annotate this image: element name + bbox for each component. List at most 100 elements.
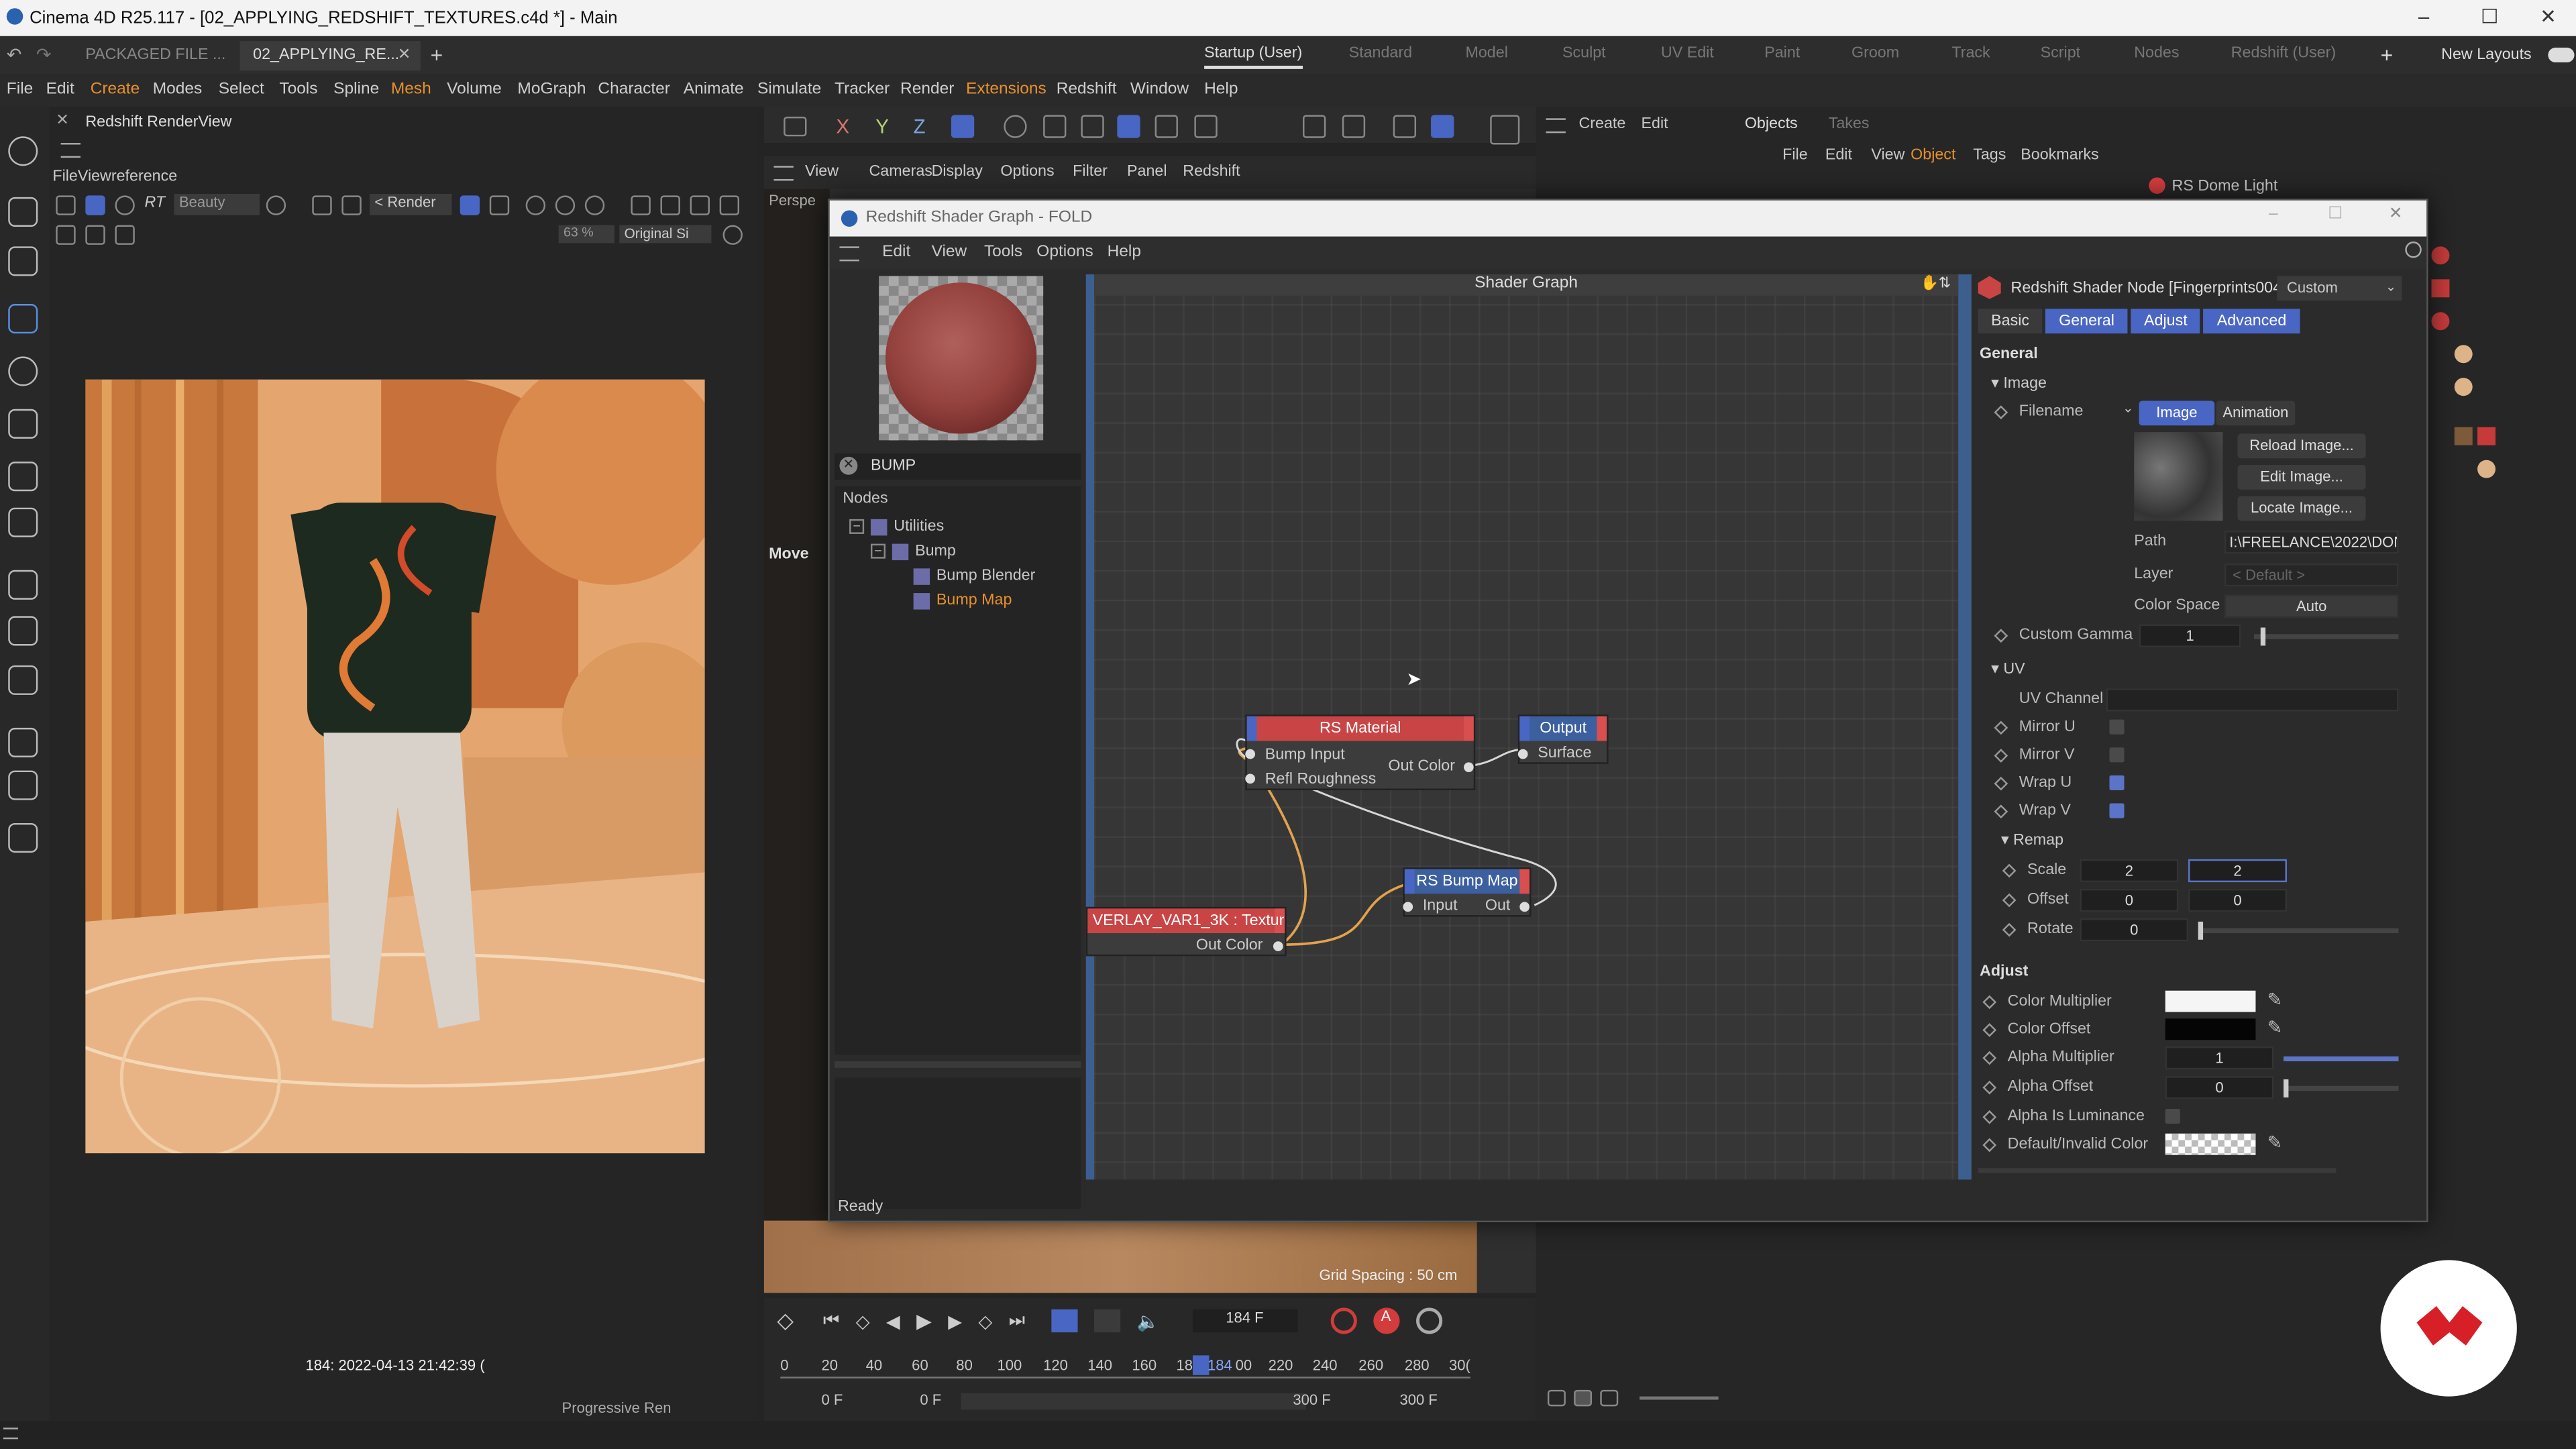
- alpha-offset-field[interactable]: 0: [2165, 1076, 2274, 1099]
- sg-minimize-button[interactable]: –: [2269, 205, 2278, 223]
- sg-search-icon[interactable]: [2405, 241, 2422, 258]
- redo-icon[interactable]: ↷: [36, 44, 52, 66]
- color-offset-swatch[interactable]: [2165, 1018, 2256, 1040]
- next-frame-icon[interactable]: ▶: [948, 1310, 962, 1332]
- menu-mograph[interactable]: MoGraph: [517, 80, 586, 99]
- tab-objects[interactable]: Objects: [1745, 115, 1798, 133]
- workplane-icon[interactable]: [1342, 115, 1366, 138]
- offset-u-field[interactable]: 0: [2080, 888, 2179, 912]
- wrap-v-checkbox[interactable]: [2109, 803, 2125, 818]
- tag-material-icon[interactable]: [2431, 279, 2450, 298]
- sg-menu-options[interactable]: Options: [1036, 243, 1093, 261]
- menu-redshift[interactable]: Redshift: [1057, 80, 1117, 99]
- keyframe-diamond-icon[interactable]: [1994, 749, 2008, 763]
- sculpt-tool-icon[interactable]: [8, 616, 38, 646]
- mirror-v-checkbox[interactable]: [2109, 747, 2125, 763]
- keyframe-diamond-icon[interactable]: [1982, 1051, 1997, 1065]
- timeline-ruler[interactable]: 0 20 40 60 80 100 120 140 160 18 184 00 …: [780, 1354, 1470, 1383]
- port-out-color[interactable]: [1273, 941, 1283, 951]
- snowflake-alt-icon[interactable]: [555, 195, 576, 215]
- size-dropdown[interactable]: Original Si: [619, 225, 712, 244]
- snowflake-icon[interactable]: [525, 195, 546, 215]
- layout-paint[interactable]: Paint: [1764, 44, 1800, 62]
- layer-dropdown[interactable]: < Default >: [2224, 564, 2399, 587]
- om-menu-bookmarks[interactable]: Bookmarks: [2021, 146, 2098, 164]
- tag-texture5-icon[interactable]: [2477, 460, 2496, 478]
- tab-takes[interactable]: Takes: [1829, 115, 1870, 133]
- camera-view-icon[interactable]: [784, 116, 807, 137]
- om-menu-object[interactable]: Object: [1911, 146, 1955, 164]
- mirror-u-checkbox[interactable]: [2109, 719, 2125, 735]
- next-key-icon[interactable]: ◇: [978, 1310, 992, 1332]
- settings-gear-icon[interactable]: [722, 225, 743, 245]
- eyedropper-icon[interactable]: ✎: [2267, 989, 2283, 1010]
- collapse-icon[interactable]: –: [870, 543, 886, 559]
- menu-simulate[interactable]: Simulate: [757, 80, 821, 99]
- maximize-button[interactable]: ☐: [2481, 5, 2498, 28]
- viewport-menu-view[interactable]: View: [805, 162, 839, 180]
- offset-v-field[interactable]: 0: [2188, 888, 2287, 912]
- thumb-view-icon[interactable]: [1600, 1389, 1619, 1407]
- tab-basic[interactable]: Basic: [1978, 309, 2043, 334]
- render-region-icon[interactable]: [1490, 115, 1520, 145]
- y-axis-icon[interactable]: Y: [875, 115, 889, 138]
- alpha-multiplier-field[interactable]: 1: [2165, 1046, 2274, 1070]
- sg-menu-help[interactable]: Help: [1108, 243, 1141, 261]
- doc-tab-current[interactable]: 02_APPLYING_RE... ✕: [239, 41, 421, 71]
- spline-tool-icon[interactable]: [8, 822, 38, 853]
- status-menu-icon[interactable]: [3, 1428, 18, 1440]
- texture-mode-icon[interactable]: [1155, 115, 1178, 138]
- undo-icon[interactable]: ↶: [7, 44, 22, 66]
- record-icon[interactable]: [1330, 1307, 1356, 1334]
- range-slider[interactable]: [961, 1393, 1306, 1410]
- aov-dropdown[interactable]: Beauty: [174, 193, 260, 215]
- loop-icon[interactable]: [1051, 1309, 1078, 1333]
- menu-create[interactable]: Create: [91, 80, 140, 99]
- snap-enable-icon[interactable]: [1431, 115, 1454, 138]
- coord-system-icon[interactable]: [951, 115, 975, 138]
- current-frame-field[interactable]: 184 F: [1192, 1309, 1297, 1333]
- snap-grid-icon[interactable]: [1393, 115, 1417, 138]
- render-dropdown[interactable]: < Render: [370, 193, 452, 215]
- grid-icon[interactable]: [312, 195, 332, 215]
- layout-standard[interactable]: Standard: [1349, 44, 1412, 62]
- layout-sculpt[interactable]: Sculpt: [1562, 44, 1606, 62]
- render-icon[interactable]: [56, 195, 76, 215]
- menu-animate[interactable]: Animate: [684, 80, 744, 99]
- keyframe-diamond-icon[interactable]: [1994, 405, 2008, 420]
- new-layouts-label[interactable]: New Layouts: [2441, 46, 2532, 64]
- search-icon[interactable]: [8, 136, 38, 166]
- close-button[interactable]: ✕: [2540, 5, 2557, 28]
- max-frame-field[interactable]: 300 F: [1293, 1391, 1330, 1407]
- playhead[interactable]: [1192, 1355, 1210, 1375]
- menu-edit[interactable]: Edit: [46, 80, 74, 99]
- menu-select[interactable]: Select: [219, 80, 264, 99]
- scale-tool-icon[interactable]: [8, 409, 38, 439]
- goto-start-icon[interactable]: ⏮: [823, 1310, 839, 1332]
- camera-icon[interactable]: [266, 195, 286, 215]
- om-menu-view[interactable]: View: [1871, 146, 1904, 164]
- keyframe-diamond-icon[interactable]: [1982, 995, 1997, 1010]
- colorspace-dropdown[interactable]: Auto: [2224, 594, 2399, 618]
- texture-thumbnail[interactable]: [2134, 432, 2223, 521]
- graph-splitter[interactable]: [1966, 274, 1972, 1180]
- edit-image-button[interactable]: Edit Image...: [2237, 465, 2366, 490]
- menu-character[interactable]: Character: [598, 80, 670, 99]
- keyframe-diamond-icon[interactable]: [1982, 1080, 1997, 1095]
- alpha-offset-slider[interactable]: [2284, 1079, 2399, 1097]
- alpha-luminance-checkbox[interactable]: [2165, 1109, 2180, 1124]
- edges-mode-icon[interactable]: [1043, 115, 1067, 138]
- keyframe-diamond-icon[interactable]: [1982, 1138, 1997, 1152]
- x-axis-icon[interactable]: X: [837, 115, 850, 138]
- menu-window[interactable]: Window: [1130, 80, 1189, 99]
- alpha-multiplier-slider[interactable]: [2284, 1056, 2399, 1062]
- custom-gamma-field[interactable]: 1: [2139, 624, 2241, 647]
- preset-chevron-icon[interactable]: ⌄: [2385, 279, 2396, 294]
- tag-texture2-icon[interactable]: [2454, 378, 2473, 396]
- play-icon[interactable]: ▶: [916, 1309, 932, 1332]
- add-tab-icon[interactable]: +: [431, 43, 443, 68]
- layout-uv-edit[interactable]: UV Edit: [1661, 44, 1714, 62]
- tree-item-bump-map[interactable]: Bump Map: [913, 592, 1012, 610]
- node-texture[interactable]: VERLAY_VAR1_3K : Texture Out Color: [1085, 906, 1287, 957]
- lock-icon[interactable]: [460, 195, 480, 215]
